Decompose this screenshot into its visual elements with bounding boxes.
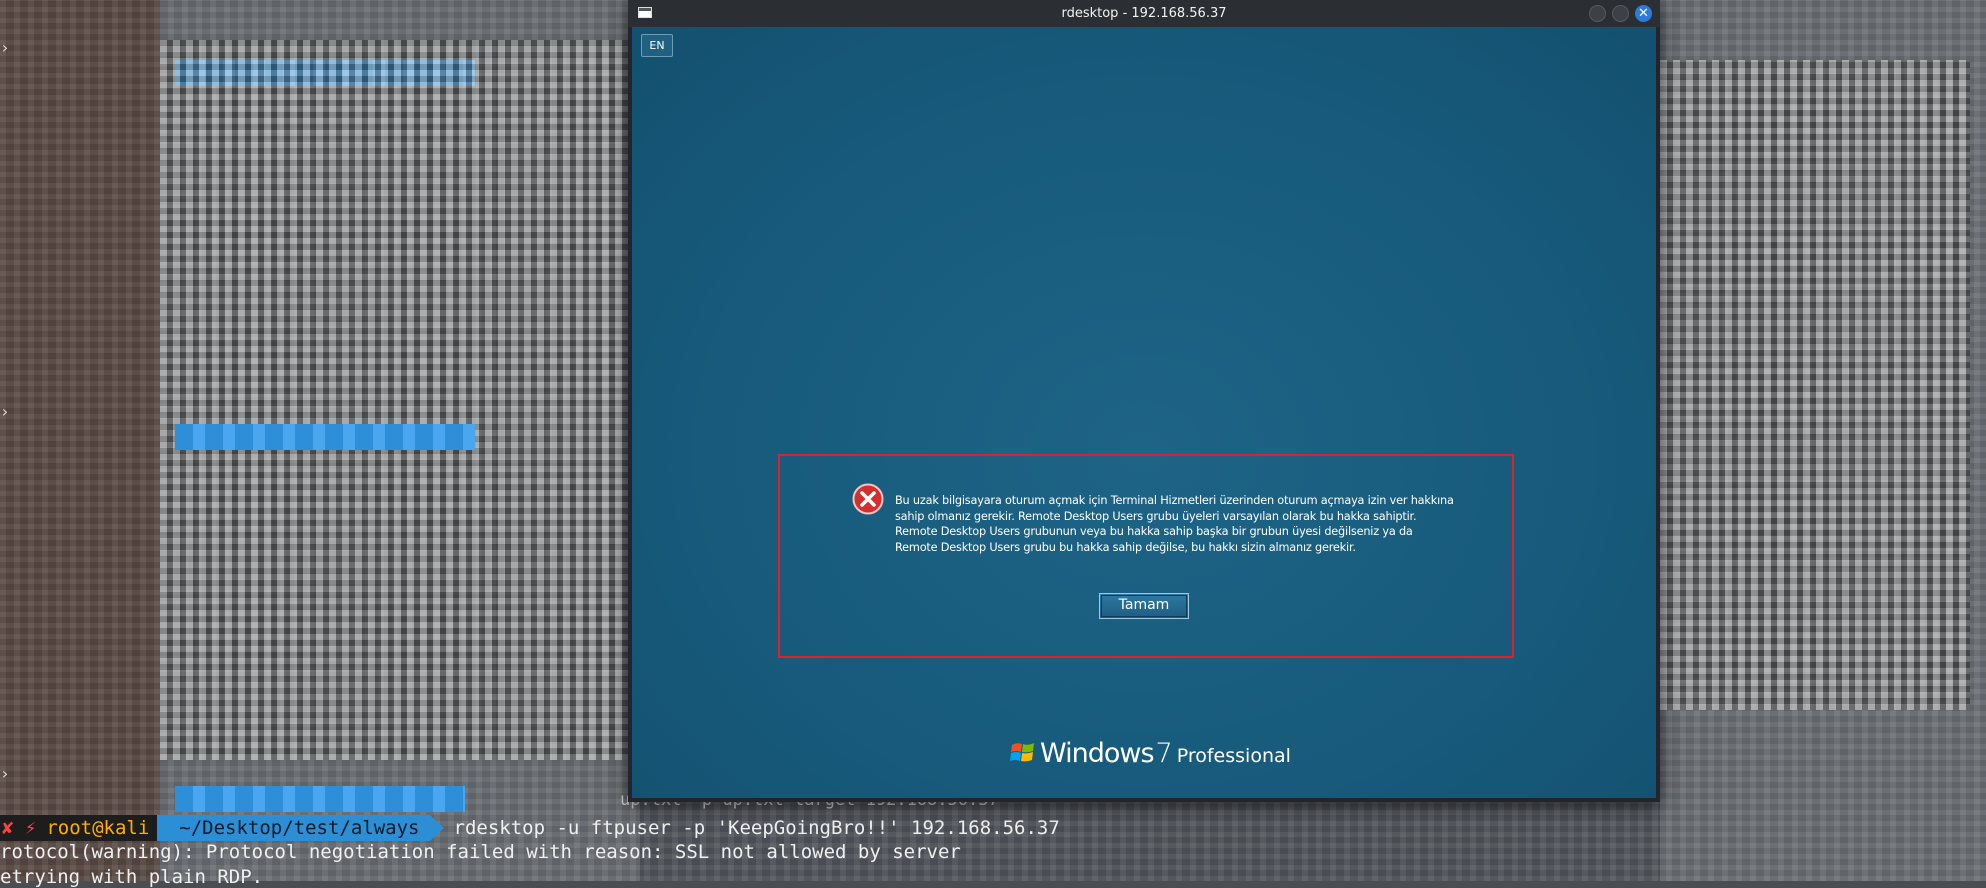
windows7-logo: Windows 7 Professional [1010,736,1291,770]
ok-button[interactable]: Tamam [1099,593,1189,619]
terminal-output-line: etrying with plain RDP. [0,866,264,888]
prompt-arrow-icon: › [0,764,10,783]
terminal-output-line: rotocol(warning): Protocol negotiation f… [0,841,961,863]
window-titlebar[interactable]: rdesktop - 192.168.56.37 ✕ [628,0,1660,27]
redacted-prompt-bar [175,786,465,812]
rdesktop-window: rdesktop - 192.168.56.37 ✕ EN Bu uzak bi… [628,0,1660,802]
remote-desktop-viewport[interactable]: EN Bu uzak bilgisayara oturum açmak için… [632,27,1656,798]
maximize-button[interactable] [1612,5,1629,22]
windows-flag-icon [1010,743,1034,762]
error-icon [852,483,884,515]
close-button[interactable]: ✕ [1635,5,1652,22]
prompt-path: ~/Desktop/test/always [157,815,444,841]
minimize-button[interactable] [1589,5,1606,22]
brand-version: 7 [1155,738,1173,769]
terminal-prompt: ✘ ⚡ root@kali ~/Desktop/test/always rdes… [0,815,1060,841]
redacted-terminal-output [160,40,630,760]
brand-name: Windows [1040,738,1155,769]
error-message: Bu uzak bilgisayara oturum açmak için Te… [895,494,1454,554]
prompt-arrow-icon: › [0,402,10,421]
error-highlight-box [778,454,1514,658]
terminal-command[interactable]: rdesktop -u ftpuser -p 'KeepGoingBro!!' … [430,817,1060,839]
prompt-user-host: root@kali [40,815,158,841]
brand-edition: Professional [1176,745,1291,767]
prompt-arrow-icon: › [0,38,10,57]
redacted-terminal-output-right [1660,60,1970,710]
redacted-prompt-bar [175,424,475,450]
window-title: rdesktop - 192.168.56.37 [1061,6,1227,21]
language-indicator-button[interactable]: EN [641,34,673,57]
prompt-status: ✘ ⚡ [0,815,41,841]
